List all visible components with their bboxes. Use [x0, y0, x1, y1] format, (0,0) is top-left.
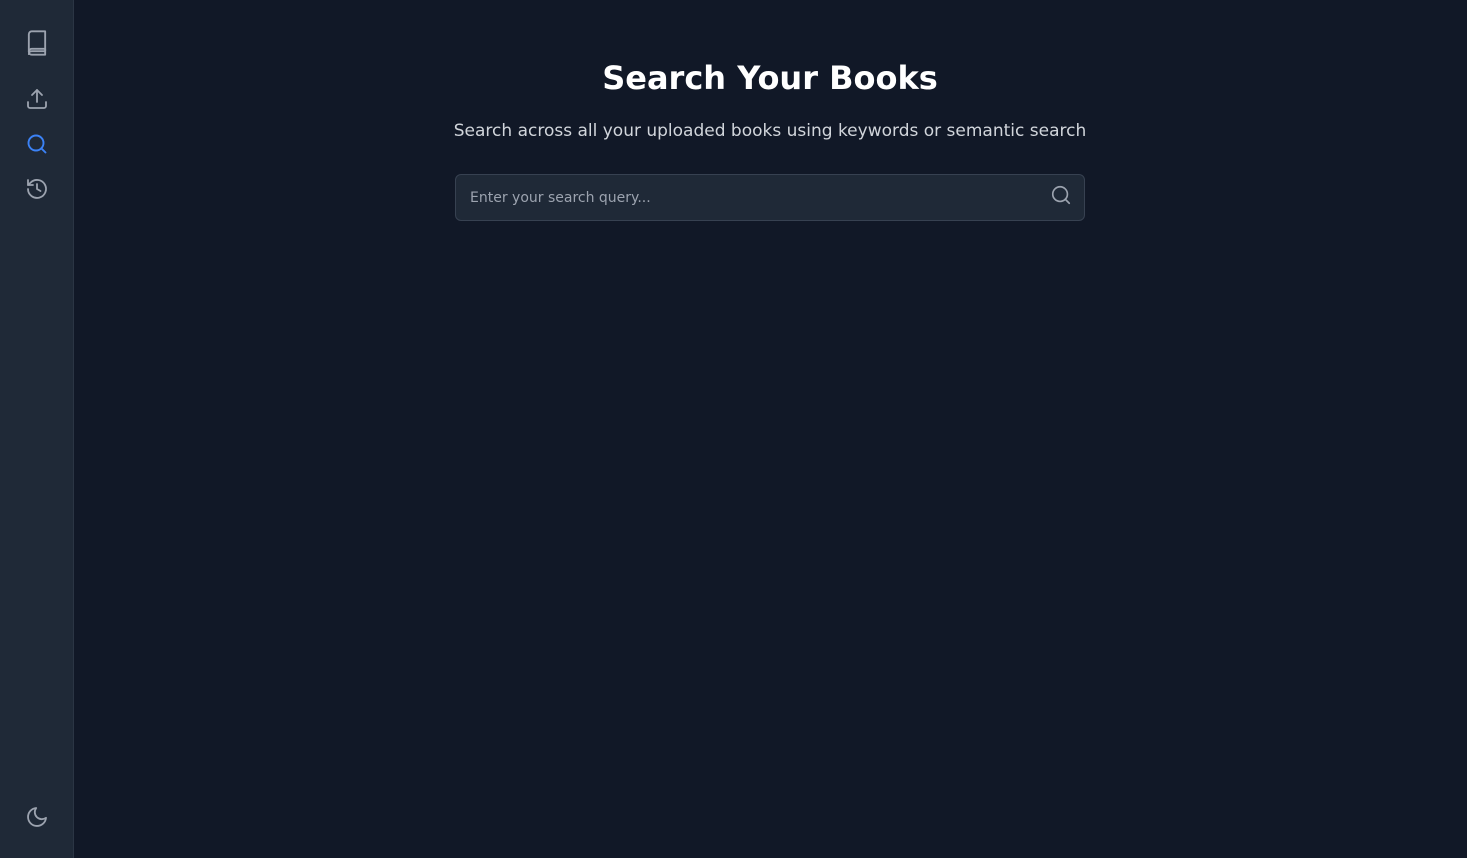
main-content: Search Your Books Search across all your…: [74, 0, 1467, 858]
search-submit-button[interactable]: [1046, 182, 1076, 212]
theme-toggle-button[interactable]: [17, 797, 57, 837]
page-title: Search Your Books: [602, 59, 938, 97]
sidebar-item-search[interactable]: [17, 124, 57, 164]
sidebar-item-library[interactable]: [17, 23, 57, 63]
search-input[interactable]: [456, 175, 1026, 220]
page-subtitle: Search across all your uploaded books us…: [453, 121, 1087, 141]
search-icon: [1050, 184, 1072, 210]
sidebar-item-history[interactable]: [17, 169, 57, 209]
sidebar: [0, 0, 74, 858]
book-icon: [23, 29, 51, 57]
search-bar: [455, 174, 1085, 221]
search-icon: [25, 132, 49, 156]
moon-icon: [25, 805, 49, 829]
upload-icon: [25, 87, 49, 111]
history-icon: [25, 177, 49, 201]
app: Search Your Books Search across all your…: [0, 0, 1467, 858]
sidebar-item-upload[interactable]: [17, 79, 57, 119]
